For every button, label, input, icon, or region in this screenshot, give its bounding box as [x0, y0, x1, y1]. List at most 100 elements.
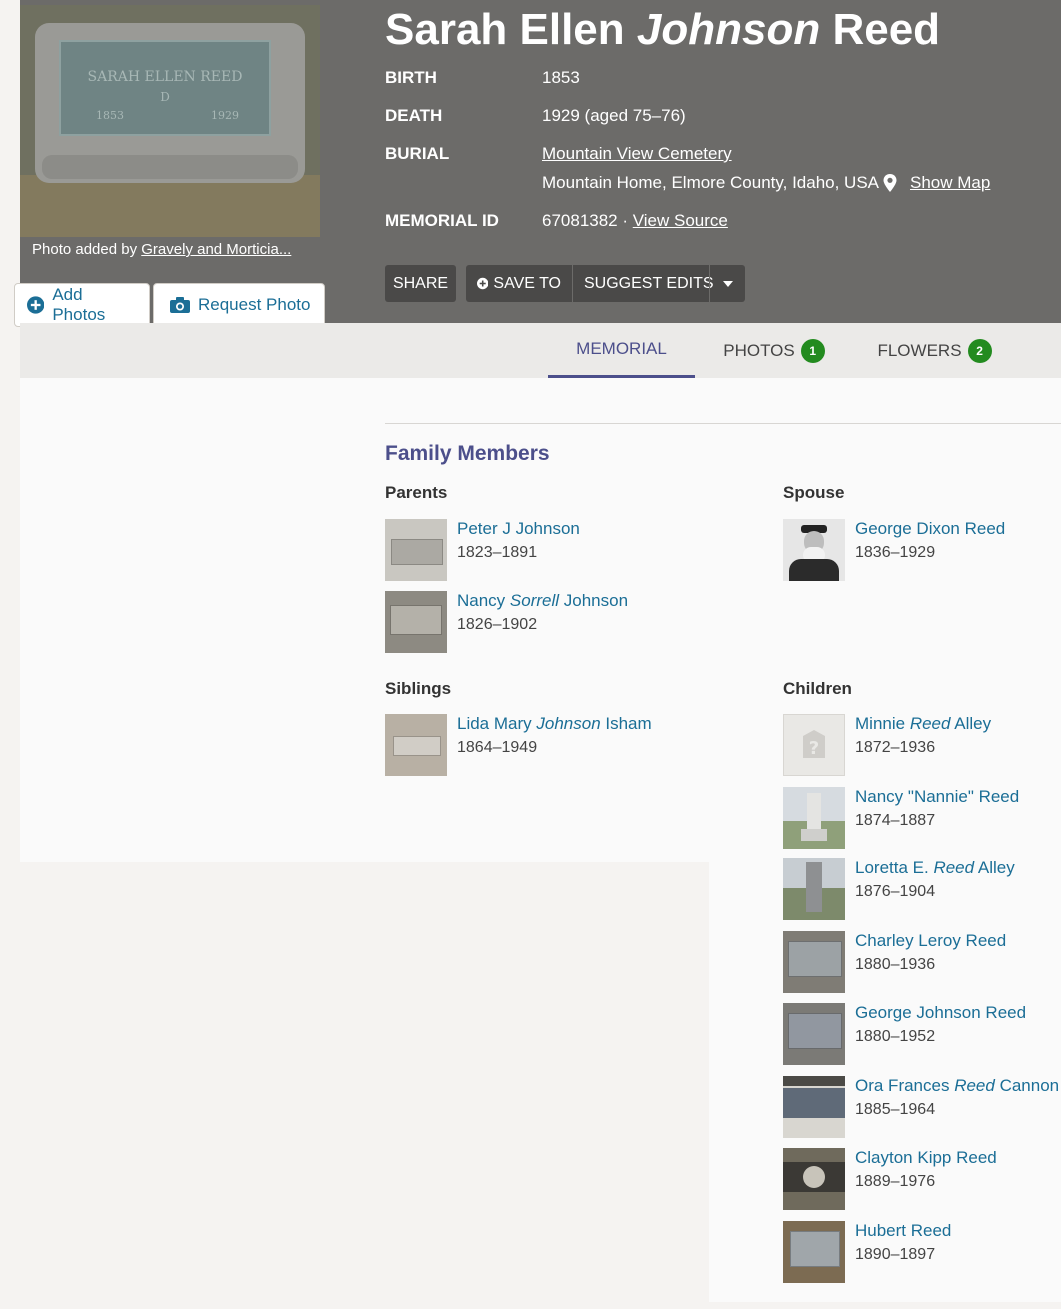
family-member-child[interactable]: Ora Frances Reed Cannon 1885–1964 [783, 1076, 1061, 1138]
add-photos-button[interactable]: Add Photos [14, 283, 150, 327]
family-member-dates: 1890–1897 [855, 1246, 936, 1263]
family-member-name: Nancy Sorrell Johnson [457, 591, 629, 610]
more-actions-dropdown[interactable] [710, 265, 745, 302]
family-member-parent[interactable]: Peter J Johnson 1823–1891 [385, 519, 675, 581]
photo-author-link[interactable]: Gravely and Morticia... [141, 241, 291, 258]
birth-label: BIRTH [385, 68, 437, 87]
request-photo-label: Request Photo [198, 295, 311, 314]
svg-text:?: ? [809, 738, 819, 759]
view-source-link[interactable]: View Source [633, 211, 728, 230]
map-pin-icon [883, 174, 897, 192]
family-member-dates: 1880–1952 [855, 1028, 936, 1045]
family-member-name: George Johnson Reed [855, 1003, 1027, 1022]
family-member-name: Peter J Johnson [457, 519, 580, 538]
family-member-name: Lida Mary Johnson Isham [457, 714, 652, 733]
spouse-heading: Spouse [783, 483, 845, 502]
headstone-thumbnail [385, 519, 447, 581]
save-to-label: SAVE TO [493, 274, 561, 292]
tab-flowers-label: FLOWERS [877, 340, 962, 360]
family-member-name: Clayton Kipp Reed [855, 1148, 997, 1167]
memorial-id-separator: · [617, 211, 633, 230]
name-maiden: Johnson [636, 5, 821, 54]
request-photo-button[interactable]: Request Photo [153, 283, 325, 327]
family-member-name: Hubert Reed [855, 1221, 952, 1240]
family-member-dates: 1885–1964 [855, 1101, 936, 1118]
section-divider [385, 423, 1061, 424]
memorial-id-value: 67081382 [542, 211, 618, 230]
memorial-id-label: MEMORIAL ID [385, 211, 499, 230]
suggest-edits-label: SUGGEST EDITS [584, 274, 714, 292]
tab-memorial-label: MEMORIAL [576, 339, 667, 358]
family-member-name: Nancy "Nannie" Reed [855, 787, 1020, 806]
tab-memorial[interactable]: MEMORIAL [548, 323, 695, 378]
tab-photos[interactable]: PHOTOS 1 [712, 323, 836, 378]
family-member-child[interactable]: Loretta E. Reed Alley 1876–1904 [783, 858, 1061, 920]
headstone-thumbnail [783, 787, 845, 849]
headstone-inscription: SARAH ELLEN REED [88, 69, 243, 85]
family-member-spouse[interactable]: George Dixon Reed 1836–1929 [783, 519, 1061, 581]
family-member-child[interactable]: Charley Leroy Reed 1880–1936 [783, 931, 1061, 993]
family-member-dates: 1889–1976 [855, 1173, 936, 1190]
siblings-heading: Siblings [385, 679, 452, 698]
family-member-dates: 1864–1949 [457, 739, 538, 756]
portrait-thumbnail [783, 519, 845, 581]
tab-photos-label: PHOTOS [723, 340, 795, 360]
show-map-link[interactable]: Show Map [910, 173, 990, 193]
burial-cemetery: Mountain View Cemetery [542, 144, 732, 164]
burial-location: Mountain Home, Elmore County, Idaho, USA… [542, 173, 990, 193]
family-member-name: Loretta E. Reed Alley [855, 858, 1015, 877]
save-to-button[interactable]: SAVE TO [466, 265, 572, 302]
headstone-thumbnail [783, 858, 845, 920]
name-first: Sarah Ellen [385, 5, 637, 54]
cemetery-link[interactable]: Mountain View Cemetery [542, 144, 732, 163]
family-member-dates: 1823–1891 [457, 544, 538, 561]
photo-caption-prefix: Photo added by [32, 241, 142, 258]
family-member-dates: 1880–1936 [855, 956, 936, 973]
add-photos-label: Add Photos [52, 285, 106, 324]
camera-icon [170, 297, 190, 313]
headstone-thumbnail [783, 1003, 845, 1065]
tab-flowers[interactable]: FLOWERS 2 [868, 323, 1001, 378]
parents-heading: Parents [385, 483, 448, 502]
family-member-parent[interactable]: Nancy Sorrell Johnson 1826–1902 [385, 591, 675, 653]
family-member-name: Minnie Reed Alley [855, 714, 992, 733]
family-member-child[interactable]: ? Minnie Reed Alley 1872–1936 [783, 714, 1061, 776]
family-member-child[interactable]: Clayton Kipp Reed 1889–1976 [783, 1148, 1061, 1210]
family-member-child[interactable]: Nancy "Nannie" Reed 1874–1887 [783, 787, 1061, 849]
family-member-dates: 1836–1929 [855, 544, 936, 561]
share-label: SHARE [392, 274, 449, 292]
family-member-name: George Dixon Reed [855, 519, 1006, 538]
photos-count-badge: 1 [800, 338, 825, 363]
plus-circle-icon [27, 296, 45, 314]
question-mark-icon: ? [803, 730, 825, 759]
flowers-count-badge: 2 [967, 338, 992, 363]
suggest-edits-button[interactable]: SUGGEST EDITS [573, 265, 714, 302]
photo-caption: Photo added by Gravely and Morticia... [32, 241, 291, 258]
family-member-sibling[interactable]: Lida Mary Johnson Isham 1864–1949 [385, 714, 675, 776]
children-heading: Children [783, 679, 852, 698]
memorial-id-row: 67081382 · View Source [542, 211, 728, 231]
caret-down-icon [722, 280, 733, 287]
family-member-dates: 1876–1904 [855, 883, 936, 900]
no-photo-placeholder: ? [783, 714, 845, 776]
family-member-child[interactable]: Hubert Reed 1890–1897 [783, 1221, 1061, 1283]
family-member-dates: 1874–1887 [855, 812, 936, 829]
headstone-year-right: 1929 [211, 109, 239, 122]
headstone-photo-image: SARAH ELLEN REED D 1853 1929 [20, 5, 320, 237]
headstone-thumbnail [783, 1076, 845, 1138]
family-members-title: Family Members [385, 442, 550, 465]
family-member-child[interactable]: George Johnson Reed 1880–1952 [783, 1003, 1061, 1065]
headstone-year-left: 1853 [96, 109, 124, 122]
family-member-dates: 1826–1902 [457, 616, 538, 633]
family-member-name: Ora Frances Reed Cannon [855, 1076, 1060, 1095]
family-member-name: Charley Leroy Reed [855, 931, 1007, 950]
share-button[interactable]: SHARE [385, 265, 456, 302]
burial-location-text: Mountain Home, Elmore County, Idaho, USA [542, 173, 880, 192]
death-label: DEATH [385, 106, 443, 125]
memorial-photo[interactable]: SARAH ELLEN REED D 1853 1929 [20, 5, 320, 237]
headstone-thumbnail [385, 591, 447, 653]
birth-value: 1853 [542, 68, 580, 87]
headstone-thumbnail [783, 931, 845, 993]
headstone-initial: D [160, 90, 170, 104]
headstone-thumbnail [783, 1221, 845, 1283]
